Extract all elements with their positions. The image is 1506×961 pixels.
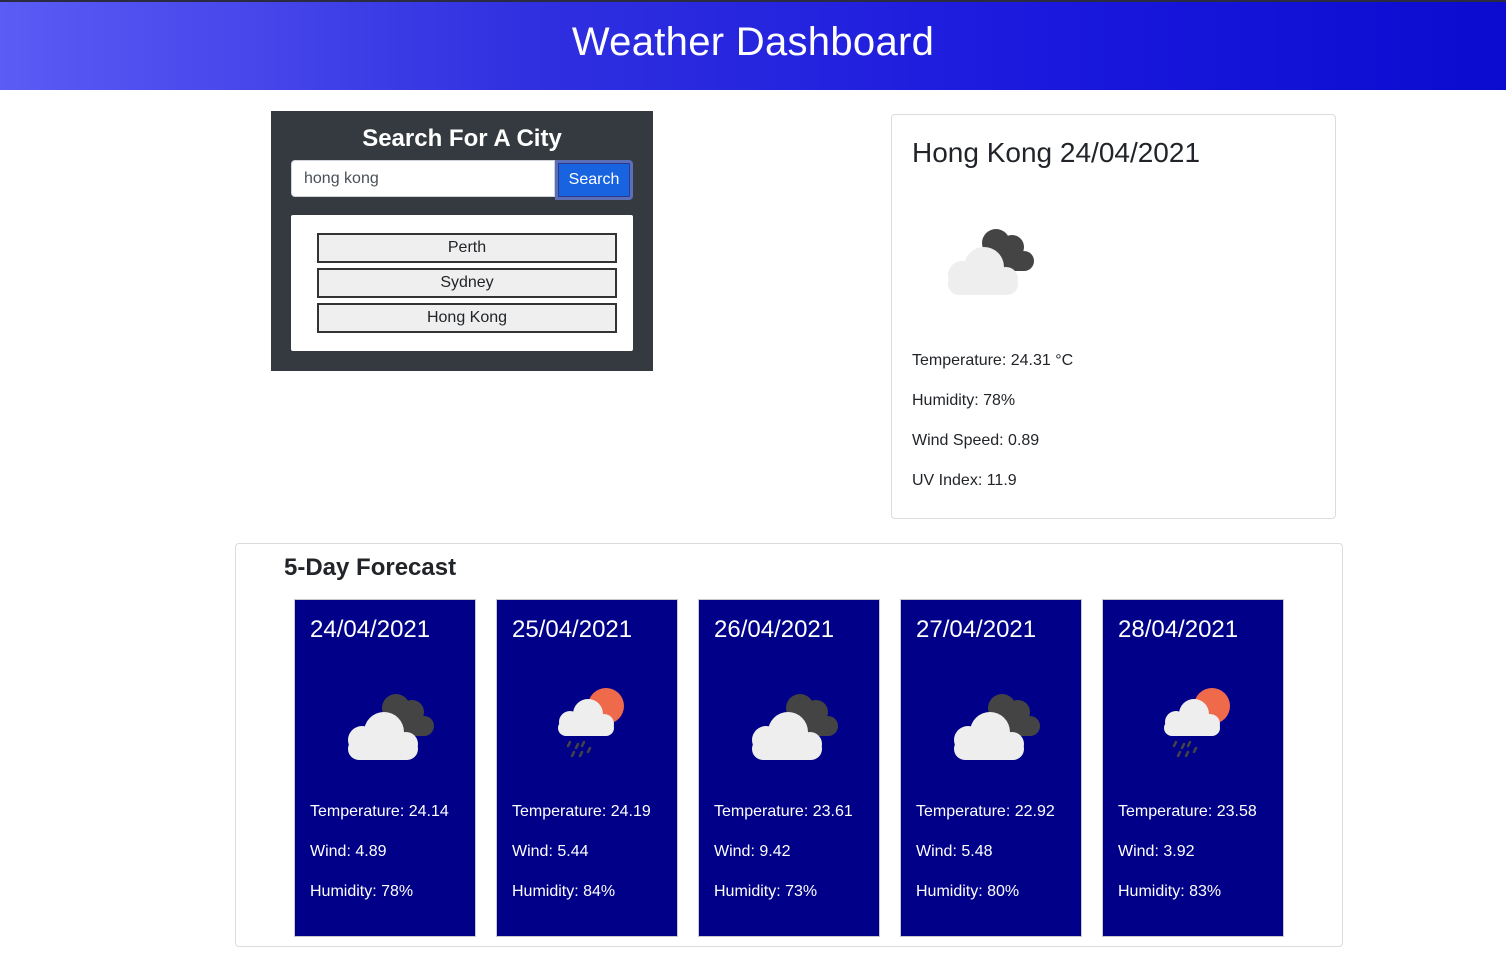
broken-clouds-icon [954, 694, 1040, 760]
history-button-perth[interactable]: Perth [317, 233, 617, 263]
light-rain-sun-icon [558, 688, 624, 758]
forecast-wind: Wind: 9.42 [714, 843, 791, 860]
forecast-date: 24/04/2021 [310, 616, 431, 643]
forecast-card: 25/04/2021 Temperature: 24.19 Wind: 5.44… [496, 599, 678, 937]
current-weather-card: Hong Kong 24/04/2021 Temperature: 24.31 … [891, 114, 1336, 519]
forecast-date: 28/04/2021 [1118, 616, 1239, 643]
page-title: Weather Dashboard [571, 20, 935, 64]
forecast-wind: Wind: 3.92 [1118, 843, 1195, 860]
current-humidity: Humidity: 78% [912, 392, 1016, 409]
current-city-date: Hong Kong 24/04/2021 [912, 137, 1201, 168]
search-history-list: Perth Sydney Hong Kong [291, 215, 633, 351]
current-wind-speed: Wind Speed: 0.89 [912, 432, 1040, 449]
page-header: Weather Dashboard [0, 0, 1506, 90]
forecast-card: 27/04/2021 Temperature: 22.92 Wind: 5.48… [900, 599, 1082, 937]
current-uv-index: UV Index: 11.9 [912, 472, 1017, 489]
search-heading: Search For A City [362, 125, 562, 152]
current-temperature: Temperature: 24.31 °C [912, 352, 1074, 369]
broken-clouds-icon [348, 694, 434, 760]
broken-clouds-icon [752, 694, 838, 760]
forecast-card: 28/04/2021 Temperature: 23.58 Wind: 3.92… [1102, 599, 1284, 937]
forecast-wind: Wind: 5.44 [512, 843, 589, 860]
forecast-card: 24/04/2021 Temperature: 24.14 Wind: 4.89… [294, 599, 476, 937]
forecast-heading: 5-Day Forecast [284, 554, 457, 581]
forecast-temperature: Temperature: 24.14 [310, 803, 449, 820]
forecast-humidity: Humidity: 73% [714, 883, 818, 900]
forecast-humidity: Humidity: 83% [1118, 883, 1222, 900]
forecast-temperature: Temperature: 22.92 [916, 803, 1055, 820]
forecast-date: 26/04/2021 [714, 616, 835, 643]
forecast-wind: Wind: 5.48 [916, 843, 993, 860]
forecast-temperature: Temperature: 23.58 [1118, 803, 1257, 820]
search-panel: Search For A City Search Perth Sydney Ho… [271, 111, 653, 371]
forecast-humidity: Humidity: 80% [916, 883, 1020, 900]
city-search-input[interactable] [291, 160, 555, 197]
broken-clouds-icon [948, 229, 1034, 295]
forecast-card: 26/04/2021 Temperature: 23.61 Wind: 9.42… [698, 599, 880, 937]
forecast-humidity: Humidity: 84% [512, 883, 616, 900]
forecast-wind: Wind: 4.89 [310, 843, 387, 860]
light-rain-sun-icon [1164, 688, 1230, 758]
history-button-hong-kong[interactable]: Hong Kong [317, 303, 617, 333]
forecast-temperature: Temperature: 24.19 [512, 803, 651, 820]
history-button-sydney[interactable]: Sydney [317, 268, 617, 298]
forecast-date: 25/04/2021 [512, 616, 633, 643]
forecast-section: 5-Day Forecast 24/04/2021 Temperature: 2… [235, 543, 1343, 947]
search-button[interactable]: Search [555, 160, 633, 200]
forecast-date: 27/04/2021 [916, 616, 1037, 643]
forecast-temperature: Temperature: 23.61 [714, 803, 853, 820]
forecast-humidity: Humidity: 78% [310, 883, 414, 900]
